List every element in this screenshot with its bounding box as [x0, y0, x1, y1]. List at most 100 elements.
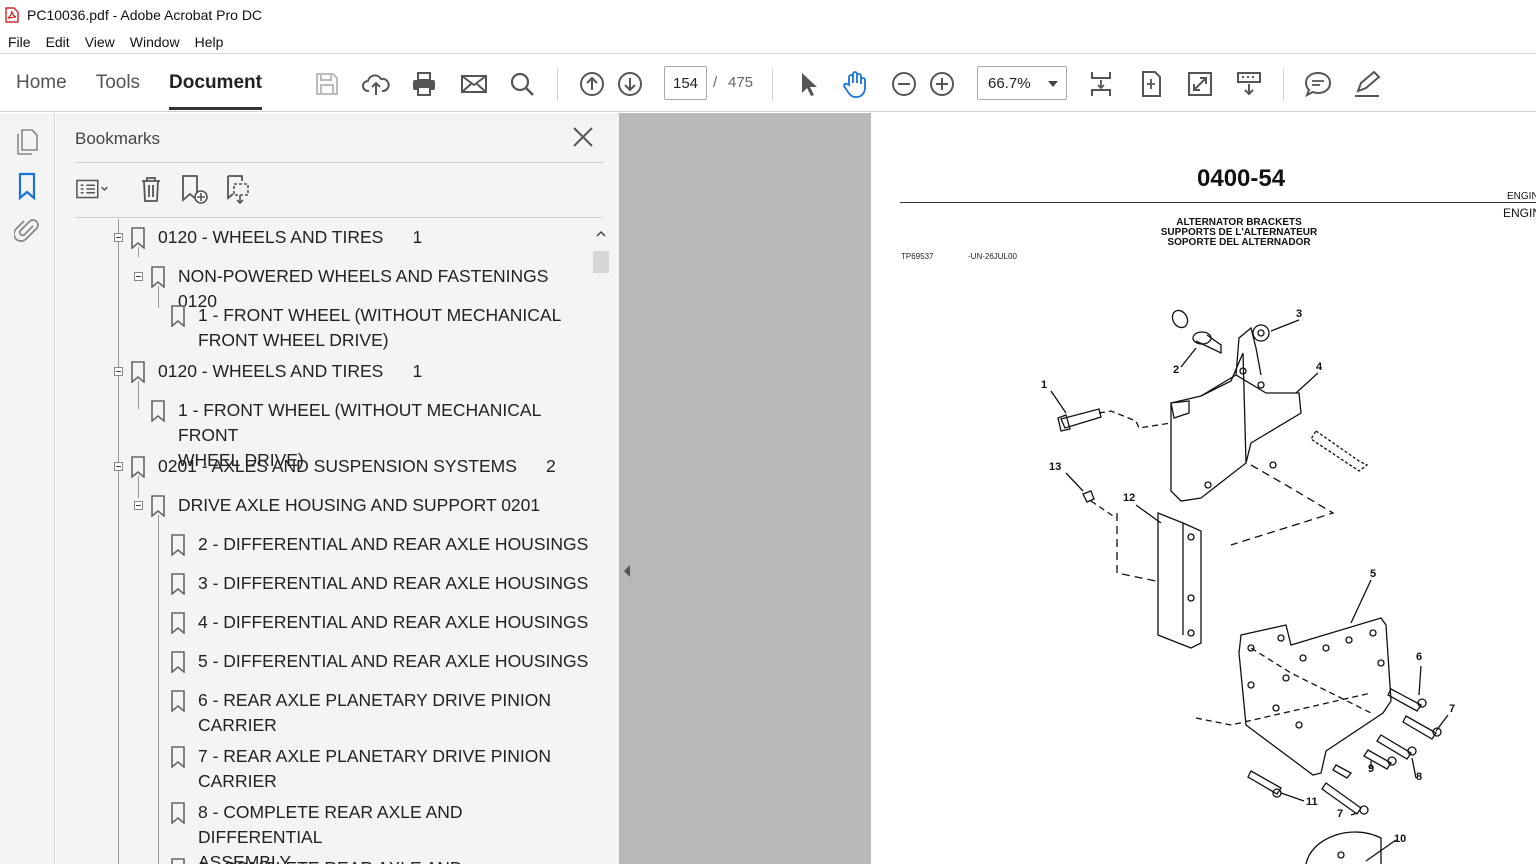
sign-pen-icon[interactable] [1350, 67, 1384, 101]
tree-line [138, 476, 139, 498]
bookmark-item[interactable]: 3 - DIFFERENTIAL AND REAR AXLE HOUSINGS [198, 571, 588, 596]
full-screen-icon[interactable] [1183, 67, 1217, 101]
bookmark-icon [151, 495, 165, 517]
page-number-input[interactable]: 154 [664, 66, 707, 100]
print-icon[interactable] [407, 67, 441, 101]
hand-tool-icon[interactable] [838, 67, 872, 101]
toolbar-separator [772, 69, 773, 101]
bookmark-icon [171, 651, 185, 673]
tree-line [158, 286, 159, 308]
menu-window[interactable]: Window [130, 34, 180, 50]
expand-toggle[interactable] [114, 233, 123, 242]
bookmark-icon [171, 534, 185, 556]
scrollbar-thumb[interactable] [593, 251, 609, 273]
next-page-icon[interactable] [613, 67, 647, 101]
bookmark-icon [151, 266, 165, 288]
callout-label: 1 [1041, 379, 1048, 391]
tree-line [158, 515, 159, 864]
read-mode-icon[interactable] [1232, 67, 1266, 101]
bookmark-item[interactable]: 9 - COMPLETE REAR AXLE AND DIFFERENTIAL [198, 856, 591, 864]
bookmark-icon [171, 802, 185, 824]
previous-page-icon[interactable] [575, 67, 609, 101]
left-navigation-rail [0, 113, 55, 864]
bookmark-item[interactable]: 6 - REAR AXLE PLANETARY DRIVE PINION CAR… [198, 688, 551, 738]
bookmark-icon [151, 400, 165, 422]
callout-label: 2 [1173, 364, 1180, 376]
bookmark-item[interactable]: 0120 - WHEELS AND TIRES 1 [158, 359, 422, 384]
bookmark-item-line: 8 - COMPLETE REAR AXLE AND DIFFERENTIAL [198, 802, 463, 847]
chevron-up-icon[interactable] [596, 229, 606, 239]
attachments-icon[interactable] [12, 215, 42, 245]
callout-label: 3 [1296, 308, 1303, 320]
bookmark-item-line: CARRIER [198, 715, 277, 735]
expand-toggle[interactable] [114, 462, 123, 471]
bookmark-item[interactable]: 5 - DIFFERENTIAL AND REAR AXLE HOUSINGS [198, 649, 588, 674]
tab-tools[interactable]: Tools [96, 55, 140, 112]
bookmark-icon [171, 612, 185, 634]
scroll-mode-icon[interactable] [1084, 67, 1118, 101]
callout-label: 4 [1316, 361, 1323, 373]
tab-home[interactable]: Home [16, 55, 67, 112]
tree-line [138, 381, 139, 409]
tab-document[interactable]: Document [169, 55, 262, 112]
page-total: 475 [728, 74, 754, 91]
callout-label: 8 [1416, 771, 1423, 783]
bookmark-icon [171, 746, 185, 768]
bookmark-item-line: 6 - REAR AXLE PLANETARY DRIVE PINION [198, 690, 552, 710]
tree-line [118, 219, 119, 864]
email-icon[interactable] [457, 67, 491, 101]
callout-label: 10 [1394, 833, 1407, 845]
menu-file[interactable]: File [8, 34, 31, 50]
zoom-select[interactable]: 66.7% [977, 66, 1067, 100]
bookmark-item[interactable]: 8 - COMPLETE REAR AXLE AND DIFFERENTIAL … [198, 800, 591, 864]
bookmark-item-line: 1 - FRONT WHEEL (WITHOUT MECHANICAL FRON… [178, 400, 541, 445]
expand-toggle[interactable] [114, 367, 123, 376]
alternator-bracket-diagram [1050, 309, 1449, 864]
pdf-page: 0400-54 ENGIN ENGIN ALTERNATOR BRACKETS … [871, 113, 1536, 864]
add-tagged-bookmark-icon[interactable] [218, 171, 254, 207]
bookmark-icon [171, 305, 185, 327]
bookmark-item[interactable]: 7 - REAR AXLE PLANETARY DRIVE PINION CAR… [198, 744, 551, 794]
save-icon[interactable] [310, 67, 344, 101]
bookmark-item[interactable]: 0120 - WHEELS AND TIRES 1 [158, 225, 422, 250]
bookmark-icon [171, 858, 185, 864]
bookmark-item[interactable]: 4 - DIFFERENTIAL AND REAR AXLE HOUSINGS [198, 610, 588, 635]
callout-label: 11 [1306, 796, 1318, 808]
bookmarks-panel: Bookmarks 0120 - WHEELS AND TIRES 1 NON-… [56, 113, 619, 864]
new-bookmark-icon[interactable] [175, 171, 211, 207]
search-icon[interactable] [505, 67, 539, 101]
zoom-in-icon[interactable] [925, 67, 959, 101]
bookmark-item[interactable]: DRIVE AXLE HOUSING AND SUPPORT 0201 [178, 493, 540, 518]
upload-cloud-icon[interactable] [359, 67, 393, 101]
expand-toggle[interactable] [134, 501, 143, 510]
menu-edit[interactable]: Edit [46, 34, 70, 50]
callout-label: 12 [1123, 492, 1136, 504]
bookmark-options-icon[interactable] [75, 171, 111, 207]
bookmark-item[interactable]: 2 - DIFFERENTIAL AND REAR AXLE HOUSINGS [198, 532, 588, 557]
expand-toggle[interactable] [134, 272, 143, 281]
close-icon[interactable] [569, 123, 597, 151]
chevron-down-icon [1048, 81, 1058, 87]
toolbar-separator [1283, 69, 1284, 101]
menu-bar: File Edit View Window Help [0, 30, 1536, 54]
zoom-out-icon[interactable] [887, 67, 921, 101]
bookmarks-icon[interactable] [12, 171, 42, 201]
collapse-panel-icon[interactable] [619, 553, 635, 589]
bookmark-item[interactable]: 1 - FRONT WHEEL (WITHOUT MECHANICAL FRON… [198, 303, 561, 353]
callout-label: 9 [1368, 763, 1375, 775]
bookmark-item-line: FRONT WHEEL DRIVE) [198, 330, 389, 350]
bookmark-icon [131, 361, 145, 383]
menu-view[interactable]: View [85, 34, 115, 50]
select-cursor-icon[interactable] [790, 67, 824, 101]
fit-page-icon[interactable] [1134, 67, 1168, 101]
page-thumbnails-icon[interactable] [12, 127, 42, 157]
bookmark-item-line: 1 - FRONT WHEEL (WITHOUT MECHANICAL [198, 305, 562, 325]
callout-label: 7 [1449, 703, 1456, 715]
menu-help[interactable]: Help [195, 34, 224, 50]
title-bar: PC10036.pdf - Adobe Acrobat Pro DC [0, 0, 1536, 30]
comment-icon[interactable] [1301, 67, 1335, 101]
delete-bookmark-icon[interactable] [133, 171, 169, 207]
bookmarks-scrollbar[interactable] [592, 219, 610, 864]
bookmark-item[interactable]: 0201 - AXLES AND SUSPENSION SYSTEMS 2 [158, 454, 556, 479]
toolbar-separator [557, 69, 558, 101]
